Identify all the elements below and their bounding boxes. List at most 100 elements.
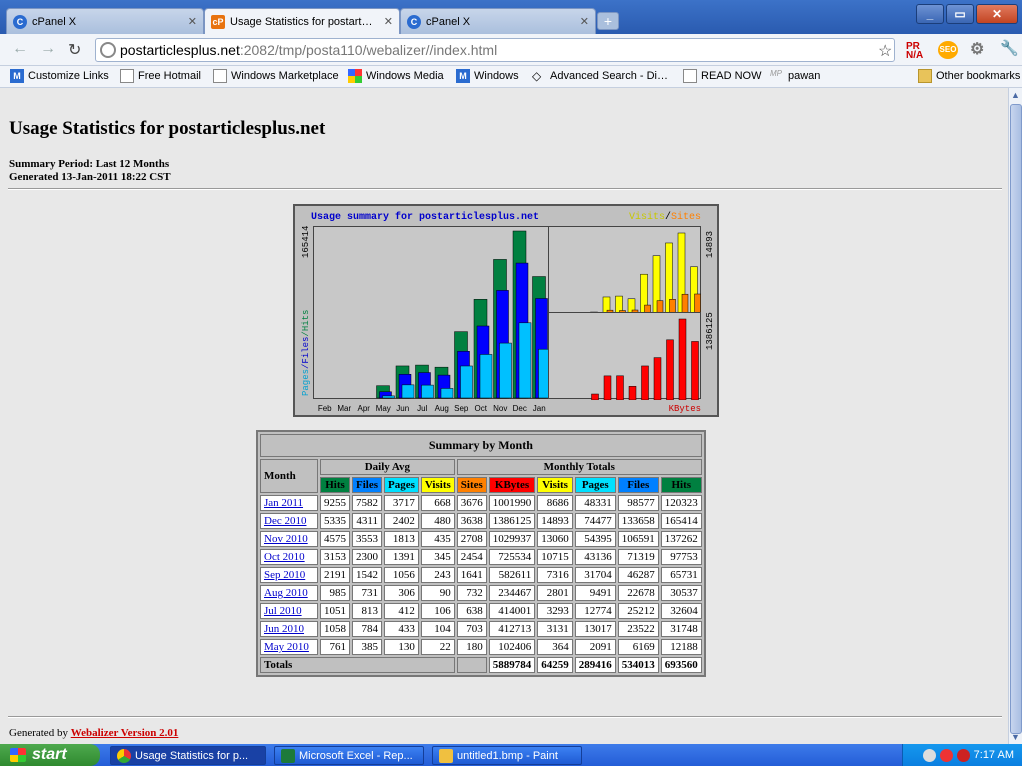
footer-prefix: Generated by [9, 727, 68, 739]
bookmark-pawan[interactable]: MP pawan [770, 69, 820, 83]
new-tab-button[interactable]: + [597, 12, 619, 30]
start-button[interactable]: start [0, 744, 100, 766]
monthly-cell: 9491 [574, 585, 616, 601]
month-link[interactable]: Oct 2010 [260, 549, 318, 565]
monthly-cell: 3676 [456, 495, 487, 511]
divider [8, 716, 1002, 718]
bookmark-free-hotmail[interactable]: Free Hotmail [120, 69, 201, 83]
bookmark-windows[interactable]: M Windows [456, 69, 519, 83]
tray-arrow-icon[interactable] [922, 748, 936, 762]
scrollbar-thumb[interactable] [1010, 104, 1022, 734]
page-icon [120, 69, 134, 83]
antivirus-icon[interactable] [956, 748, 970, 762]
table-row: Dec 2010 5335 4311 2402 480 3638 1386125 14893 7… [260, 513, 702, 529]
table-row: Nov 2010 4575 3553 1813 435 2708 1029937 13060 5… [260, 531, 702, 547]
monthly-cell: 54395 [574, 531, 616, 547]
tab-usage-statistics[interactable]: cP Usage Statistics for postart… ✕ [204, 8, 400, 34]
summary-info: Summary Period: Last 12 Months Generated… [9, 158, 171, 184]
task-paint[interactable]: untitled1.bmp - Paint [432, 746, 582, 765]
close-icon[interactable]: ✕ [188, 15, 197, 28]
month-link[interactable]: Jul 2010 [260, 603, 318, 619]
bookmark-label: Windows Media [366, 70, 444, 82]
back-icon[interactable]: ← [12, 40, 28, 58]
system-tray: 7:17 AM [902, 744, 1022, 766]
gear-icon[interactable]: ⚙ [970, 39, 984, 59]
month-link[interactable]: Sep 2010 [260, 567, 318, 583]
windows-taskbar: start Usage Statistics for p... Microsof… [0, 744, 1022, 766]
daily-cell: 1058 [320, 621, 350, 637]
table-caption: Summary by Month [260, 434, 702, 457]
table-row: Oct 2010 3153 2300 1391 345 2454 725534 10715 43… [260, 549, 702, 565]
daily-cell: 345 [420, 549, 455, 565]
month-link[interactable]: Nov 2010 [260, 531, 318, 547]
pages-bar [518, 322, 532, 399]
vertical-scrollbar[interactable]: ▲ ▼ [1008, 88, 1022, 744]
month-label: Dec [512, 404, 527, 413]
month-link[interactable]: Jan 2011 [260, 495, 318, 511]
monthly-cell: 120323 [660, 495, 702, 511]
tab-cpanel-2[interactable]: C cPanel X ✕ [400, 8, 596, 34]
visits-sites-chart [590, 232, 701, 315]
other-bookmarks[interactable]: Other bookmarks [918, 69, 1020, 83]
month-link[interactable]: May 2010 [260, 639, 318, 655]
forward-icon[interactable]: → [40, 40, 56, 58]
month-label: Mar [337, 404, 352, 413]
daily-cell: 104 [420, 621, 455, 637]
scroll-up-icon[interactable]: ▲ [1011, 90, 1020, 100]
reload-icon[interactable]: ↻ [68, 40, 81, 60]
minimize-button[interactable]: _ [916, 4, 944, 24]
pagerank-icon[interactable]: PR N/A [906, 42, 928, 61]
tab-cpanel-1[interactable]: C cPanel X ✕ [6, 8, 204, 34]
hits-panel [313, 226, 551, 399]
page-icon [213, 69, 227, 83]
bookmark-read-now[interactable]: READ NOW [683, 69, 762, 83]
pages-bar [479, 354, 493, 399]
col-monthly-visits: Visits [537, 477, 573, 493]
monthly-cell: 13060 [537, 531, 573, 547]
month-link[interactable]: Aug 2010 [260, 585, 318, 601]
monthly-cell: 703 [456, 621, 487, 637]
table-row: Aug 2010 985 731 306 90 732 234467 2801 9491 2267… [260, 585, 702, 601]
label-pages: Pages [301, 368, 311, 396]
seo-icon[interactable]: SEO [938, 41, 958, 59]
table-row: Jun 2010 1058 784 433 104 703 412713 3131 13017 2… [260, 621, 702, 637]
close-icon[interactable]: ✕ [580, 15, 589, 28]
address-bar[interactable]: postarticlesplus.net:2082/tmp/posta110/w… [95, 38, 895, 62]
month-label: Jun [396, 404, 410, 413]
bookmark-advanced-search[interactable]: ◇ Advanced Search - Di… [532, 69, 668, 83]
month-label: Jul [417, 404, 428, 413]
y-max-right-top: 14893 [705, 230, 715, 258]
monthly-cell: 25212 [617, 603, 659, 619]
task-excel[interactable]: Microsoft Excel - Rep... [274, 746, 424, 765]
pages-bar [401, 384, 415, 399]
graph-legend: Visits/Sites [629, 212, 701, 223]
kbytes-chart [591, 318, 699, 401]
monthly-cell: 8686 [537, 495, 573, 511]
kbytes-bar [691, 341, 699, 401]
scroll-down-icon[interactable]: ▼ [1011, 732, 1020, 742]
wrench-icon[interactable]: 🔧 [1000, 39, 1019, 57]
close-icon[interactable]: ✕ [384, 15, 393, 28]
bookmark-windows-media[interactable]: Windows Media [348, 69, 444, 83]
daily-cell: 90 [420, 585, 455, 601]
monthly-cell: 364 [537, 639, 573, 655]
task-chrome[interactable]: Usage Statistics for p... [110, 746, 266, 765]
totals-label: Totals [260, 657, 455, 673]
bookmark-label: Windows Marketplace [231, 70, 339, 82]
month-link[interactable]: Jun 2010 [260, 621, 318, 637]
bookmark-windows-marketplace[interactable]: Windows Marketplace [213, 69, 339, 83]
webalizer-link[interactable]: Webalizer Version 2.01 [71, 727, 179, 739]
browser-toolbar: ← → ↻ postarticlesplus.net:2082/tmp/post… [0, 34, 1022, 66]
bookmark-customize-links[interactable]: M Customize Links [10, 69, 109, 83]
legend-visits: Visits [628, 212, 665, 223]
daily-cell: 412 [384, 603, 419, 619]
daily-cell: 480 [420, 513, 455, 529]
bookmark-star-icon[interactable]: ☆ [878, 41, 892, 61]
kbytes-bar [591, 393, 599, 401]
security-alert-icon[interactable] [939, 748, 953, 762]
maximize-button[interactable]: ▭ [946, 4, 974, 24]
daily-cell: 385 [352, 639, 382, 655]
window-close-button[interactable]: ✕ [976, 4, 1018, 24]
monthly-cell: 732 [456, 585, 487, 601]
month-link[interactable]: Dec 2010 [260, 513, 318, 529]
